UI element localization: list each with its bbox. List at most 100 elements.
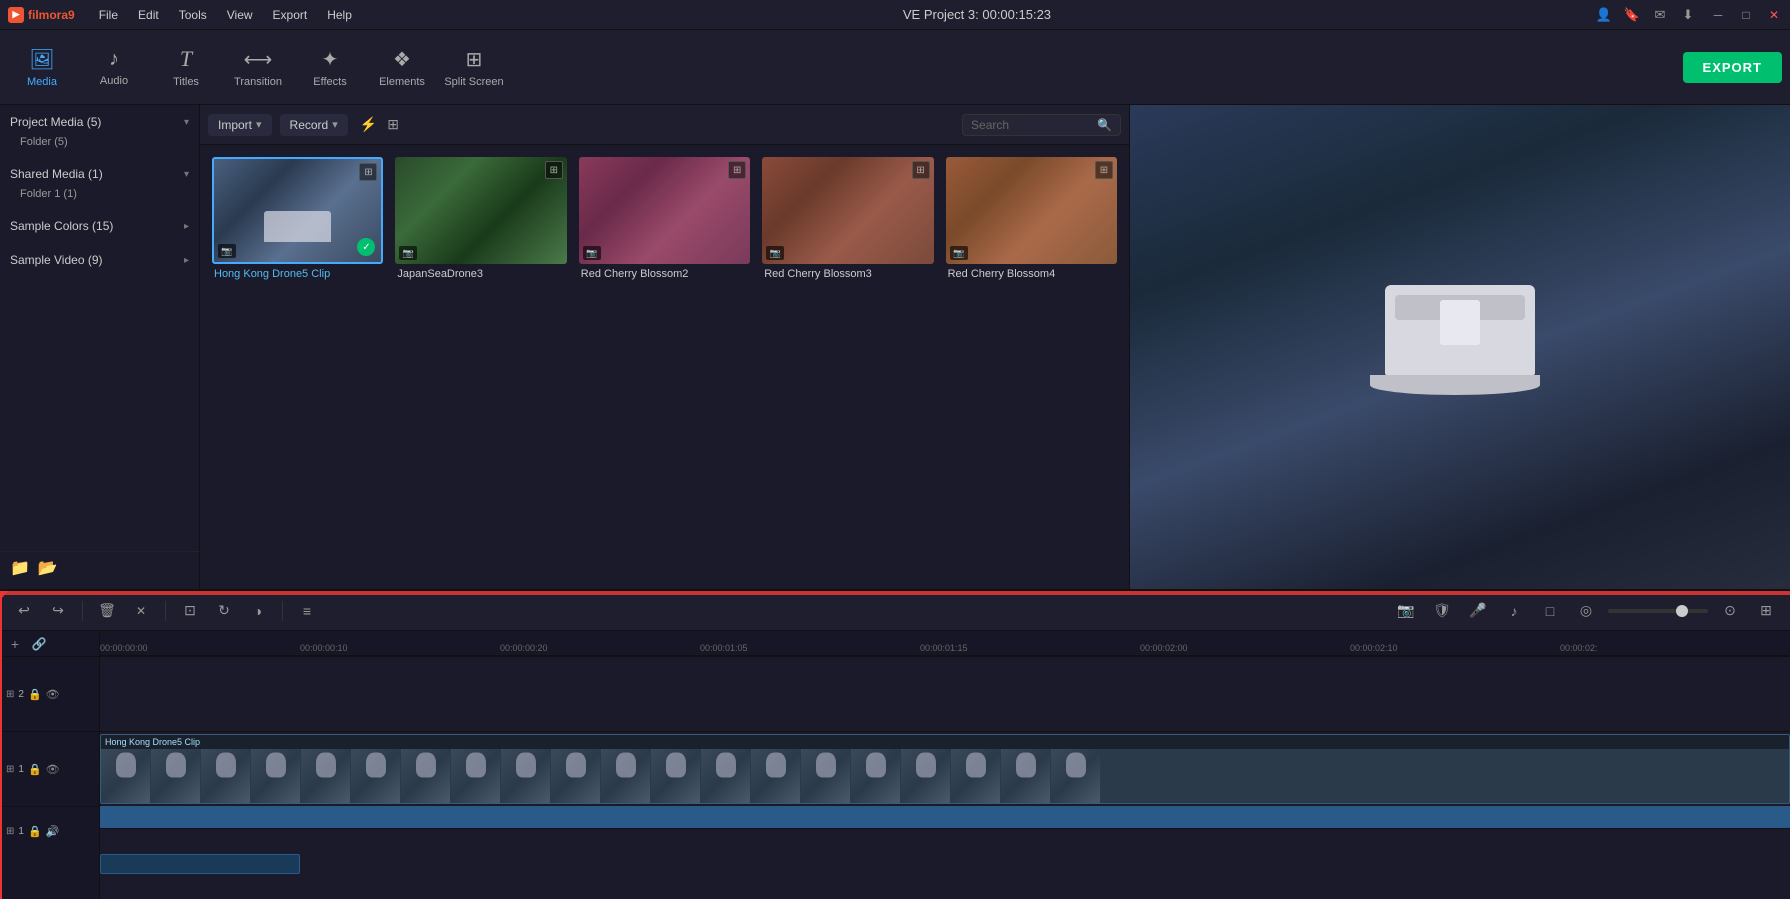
redo-button[interactable]: ↪ bbox=[44, 597, 72, 625]
transition-icon: ⟷ bbox=[244, 47, 273, 72]
grid-overlay-hk: ⊞ bbox=[359, 163, 377, 181]
waveform-clip[interactable] bbox=[100, 854, 300, 874]
audio-eq-button[interactable]: ≡ bbox=[293, 597, 321, 625]
sample-colors-header[interactable]: Sample Colors (15) ▸ bbox=[0, 215, 199, 237]
timeline-ruler-and-tracks: 00:00:00:00 00:00:00:10 00:00:00:20 00:0… bbox=[100, 631, 1790, 899]
clip-frame-12 bbox=[651, 749, 701, 803]
zoom-track[interactable] bbox=[1608, 609, 1708, 613]
link-button[interactable]: 🔗 bbox=[30, 635, 48, 653]
toolbar-divider-3 bbox=[282, 601, 283, 621]
main-toolbar: 🖼 Media ♪ Audio T Titles ⟷ Transition ✦ … bbox=[0, 30, 1790, 105]
download-icon[interactable]: ⬇ bbox=[1678, 5, 1698, 25]
tool-titles[interactable]: T Titles bbox=[152, 37, 220, 97]
sample-colors-label: Sample Colors (15) bbox=[10, 219, 113, 233]
menu-view[interactable]: View bbox=[219, 6, 261, 24]
track-2-content bbox=[100, 656, 1790, 731]
close-button[interactable]: ✕ bbox=[1766, 7, 1782, 23]
menu-edit[interactable]: Edit bbox=[130, 6, 167, 24]
track-1-header: ⊞ 1 🔒 👁 bbox=[0, 731, 99, 806]
tool-effects[interactable]: ✦ Effects bbox=[296, 37, 364, 97]
folder-icon[interactable]: 📂 bbox=[38, 558, 58, 578]
add-media-folder-icon[interactable]: 📁 bbox=[10, 558, 30, 578]
media-thumb-cherry4: ⊞ 📷 bbox=[946, 157, 1117, 264]
import-dropdown-icon: ▾ bbox=[256, 118, 262, 131]
delete-button[interactable]: 🗑 bbox=[93, 597, 121, 625]
cut-button[interactable]: ✕ bbox=[127, 597, 155, 625]
sample-video-header[interactable]: Sample Video (9) ▸ bbox=[0, 249, 199, 271]
clip-frame-20 bbox=[1051, 749, 1101, 803]
zoom-thumb[interactable] bbox=[1676, 605, 1688, 617]
maximize-button[interactable]: □ bbox=[1738, 7, 1754, 23]
camera-icon-cherry2: 📷 bbox=[583, 246, 601, 260]
zoom-reset-icon[interactable]: ⊙ bbox=[1716, 597, 1744, 625]
media-label-cherry3: Red Cherry Blossom3 bbox=[762, 268, 933, 280]
ruler-mark-115: 00:00:01:15 bbox=[920, 643, 968, 653]
record-dropdown-icon: ▾ bbox=[332, 118, 338, 131]
camera-record-icon[interactable]: 📷 bbox=[1392, 597, 1420, 625]
target-icon[interactable]: ◎ bbox=[1572, 597, 1600, 625]
caption-icon[interactable]: □ bbox=[1536, 597, 1564, 625]
track-2-header: ⊞ 2 🔒 👁 bbox=[0, 656, 99, 731]
rotation-button[interactable]: ↻ bbox=[210, 597, 238, 625]
color-button[interactable]: ◑ bbox=[244, 597, 272, 625]
crop-button[interactable]: ⊡ bbox=[176, 597, 204, 625]
add-track-button[interactable]: + bbox=[6, 635, 24, 653]
undo-button[interactable]: ↩ bbox=[10, 597, 38, 625]
bookmark-icon[interactable]: 🔖 bbox=[1622, 5, 1642, 25]
project-media-header[interactable]: Project Media (5) ▾ bbox=[0, 111, 199, 133]
mail-icon[interactable]: ✉ bbox=[1650, 5, 1670, 25]
import-button[interactable]: Import ▾ bbox=[208, 114, 272, 136]
menu-file[interactable]: File bbox=[91, 6, 126, 24]
microphone-icon[interactable]: 🎤 bbox=[1464, 597, 1492, 625]
export-button[interactable]: EXPORT bbox=[1683, 52, 1782, 83]
track-2-lock-icon[interactable]: 🔒 bbox=[28, 688, 42, 701]
clip-frame-14 bbox=[751, 749, 801, 803]
record-button[interactable]: Record ▾ bbox=[280, 114, 348, 136]
track-2-eye-icon[interactable]: 👁 bbox=[46, 688, 60, 701]
search-input[interactable] bbox=[971, 118, 1091, 132]
grid-overlay-japan: ⊞ bbox=[545, 161, 563, 179]
filter-icon[interactable]: ⚡ bbox=[360, 116, 377, 133]
track-1-eye-icon[interactable]: 👁 bbox=[46, 763, 60, 776]
media-label-hk: Hong Kong Drone5 Clip bbox=[212, 268, 383, 280]
elements-icon: ❖ bbox=[393, 47, 411, 72]
tool-media[interactable]: 🖼 Media bbox=[8, 37, 76, 97]
video-clip-hk[interactable]: Hong Kong Drone5 Clip bbox=[100, 734, 1790, 804]
folder-item[interactable]: Folder (5) bbox=[0, 133, 199, 151]
grid-options-icon[interactable]: ⊞ bbox=[1752, 597, 1780, 625]
clip-frame-7 bbox=[401, 749, 451, 803]
clip-frame-11 bbox=[601, 749, 651, 803]
shared-media-chevron: ▾ bbox=[184, 169, 189, 180]
shared-media-header[interactable]: Shared Media (1) ▾ bbox=[0, 163, 199, 185]
title-bar-left: ▶ filmora9 File Edit Tools View Export H… bbox=[8, 6, 360, 24]
timeline-ruler[interactable]: 00:00:00:00 00:00:00:10 00:00:00:20 00:0… bbox=[100, 631, 1790, 656]
menu-export[interactable]: Export bbox=[265, 6, 316, 24]
audio-track-content bbox=[100, 828, 1790, 878]
music-icon[interactable]: ♪ bbox=[1500, 597, 1528, 625]
grid-view-icon[interactable]: ⊞ bbox=[387, 116, 399, 133]
tool-elements[interactable]: ❖ Elements bbox=[368, 37, 436, 97]
media-thumb-cherry2: ⊞ 📷 bbox=[579, 157, 750, 264]
tool-audio[interactable]: ♪ Audio bbox=[80, 37, 148, 97]
media-thumb-cherry3: ⊞ 📷 bbox=[762, 157, 933, 264]
menu-tools[interactable]: Tools bbox=[171, 6, 215, 24]
folder1-item[interactable]: Folder 1 (1) bbox=[0, 185, 199, 203]
tool-effects-label: Effects bbox=[313, 76, 346, 88]
sample-video-section: Sample Video (9) ▸ bbox=[0, 243, 199, 277]
user-icon[interactable]: 👤 bbox=[1594, 5, 1614, 25]
clip-frame-2 bbox=[151, 749, 201, 803]
menu-help[interactable]: Help bbox=[319, 6, 360, 24]
audio-track-lock-icon[interactable]: 🔒 bbox=[28, 825, 42, 838]
tool-split-screen[interactable]: ⊞ Split Screen bbox=[440, 37, 508, 97]
tool-elements-label: Elements bbox=[379, 76, 425, 88]
search-icon[interactable]: 🔍 bbox=[1097, 118, 1112, 132]
clip-frame-13 bbox=[701, 749, 751, 803]
tool-transition-label: Transition bbox=[234, 76, 282, 88]
audio-track-volume-icon[interactable]: 🔊 bbox=[46, 825, 60, 838]
timeline-tracks: Hong Kong Drone5 Clip bbox=[100, 656, 1790, 899]
tool-transition[interactable]: ⟷ Transition bbox=[224, 37, 292, 97]
shield-icon[interactable]: 🛡 bbox=[1428, 597, 1456, 625]
clip-frame-17 bbox=[901, 749, 951, 803]
minimize-button[interactable]: ─ bbox=[1710, 7, 1726, 23]
track-1-lock-icon[interactable]: 🔒 bbox=[28, 763, 42, 776]
